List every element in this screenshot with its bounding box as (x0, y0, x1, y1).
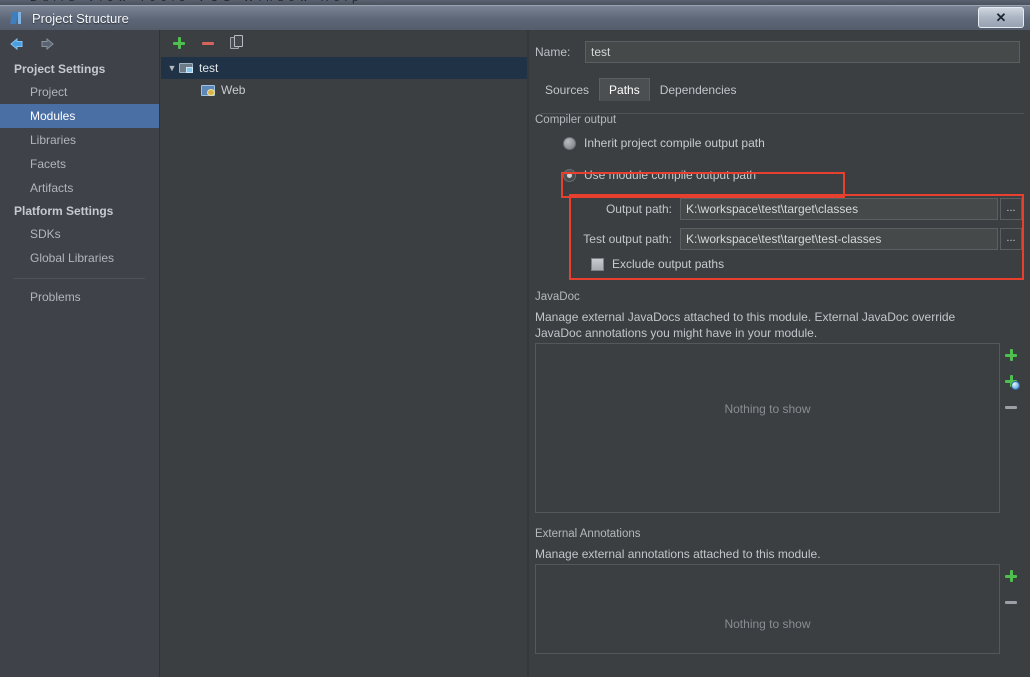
arrow-right-icon[interactable] (38, 36, 56, 52)
module-name-input[interactable] (585, 41, 1020, 63)
module-icon (179, 61, 195, 75)
arrow-left-icon[interactable] (8, 36, 26, 52)
radio-icon (563, 136, 576, 150)
radio-icon-selected (563, 168, 576, 182)
javadoc-buttons (1000, 343, 1022, 513)
minus-icon[interactable] (200, 35, 217, 52)
module-tree-panel: ▼ test Web (161, 30, 527, 677)
external-annotations-buttons (1000, 564, 1022, 654)
module-tabs: Sources Paths Dependencies (535, 78, 1030, 114)
sidebar-item-sdks[interactable]: SDKs (0, 222, 159, 246)
javadoc-title: JavaDoc (535, 291, 586, 303)
tab-dependencies[interactable]: Dependencies (650, 78, 747, 101)
sidebar-item-problems[interactable]: Problems (0, 285, 159, 309)
sidebar-item-project[interactable]: Project (0, 80, 159, 104)
test-output-path-label: Test output path: (583, 232, 672, 246)
sidebar-item-artifacts[interactable]: Artifacts (0, 176, 159, 200)
dialog-title-bar: Project Structure ✕ (0, 5, 1030, 30)
use-module-output-path-label: Use module compile output path (584, 168, 757, 182)
compiler-output-title: Compiler output (535, 114, 623, 126)
tree-node-test[interactable]: ▼ test (161, 57, 527, 79)
output-path-input[interactable] (680, 198, 998, 220)
sidebar-section-platform-settings: Platform Settings (14, 204, 114, 218)
tree-node-web[interactable]: Web (161, 79, 527, 101)
output-path-row: Output path: ... (535, 196, 1022, 222)
exclude-output-paths-label: Exclude output paths (612, 257, 725, 271)
exclude-output-paths-checkbox[interactable]: Exclude output paths (591, 252, 1022, 276)
test-output-path-row: Test output path: ... (535, 226, 1022, 252)
close-icon[interactable]: ✕ (978, 7, 1024, 28)
checkbox-icon (591, 257, 604, 271)
plus-icon[interactable] (171, 35, 188, 52)
sidebar-divider (14, 278, 145, 279)
inherit-output-path-label: Inherit project compile output path (584, 136, 765, 150)
sidebar-item-modules[interactable]: Modules (0, 104, 159, 128)
plus-globe-icon[interactable] (1003, 373, 1020, 390)
minus-icon[interactable] (1003, 399, 1019, 415)
tree-node-label: test (199, 61, 219, 75)
javadoc-description: Manage external JavaDocs attached to thi… (535, 310, 956, 340)
intellij-idea-icon (8, 10, 24, 26)
inherit-output-path-radio[interactable]: Inherit project compile output path (563, 132, 1022, 154)
javadoc-group: JavaDoc Manage external JavaDocs attache… (535, 291, 1022, 513)
sidebar-section-project-settings: Project Settings (14, 62, 106, 76)
compiler-output-group: Compiler output Inherit project compile … (535, 114, 1024, 280)
external-annotations-empty-text: Nothing to show (724, 617, 811, 631)
module-settings-panel: Name: Sources Paths Dependencies Compile… (529, 30, 1030, 677)
copy-icon[interactable] (229, 35, 246, 52)
plus-icon[interactable] (1003, 347, 1019, 363)
test-output-path-browse-button[interactable]: ... (1000, 228, 1022, 250)
module-name-label: Name: (535, 45, 571, 59)
javadoc-empty-text: Nothing to show (724, 402, 811, 416)
sidebar-item-global-libraries[interactable]: Global Libraries (0, 246, 159, 270)
javadoc-list[interactable]: Nothing to show (535, 343, 1000, 513)
sidebar-item-libraries[interactable]: Libraries (0, 128, 159, 152)
output-path-label: Output path: (605, 202, 672, 216)
minus-icon[interactable] (1003, 594, 1019, 610)
plus-icon[interactable] (1003, 568, 1019, 584)
javadoc-list-wrap: Nothing to show (535, 343, 1022, 513)
navigation-buttons (0, 30, 159, 58)
web-facet-icon (201, 83, 217, 97)
settings-sidebar: Project Settings Project Modules Librari… (0, 30, 160, 677)
test-output-path-input[interactable] (680, 228, 998, 250)
tree-node-label: Web (221, 83, 246, 97)
module-name-row: Name: (529, 38, 1030, 66)
sidebar-item-facets[interactable]: Facets (0, 152, 159, 176)
external-annotations-description: Manage external annotations attached to … (535, 547, 821, 561)
use-module-output-path-radio[interactable]: Use module compile output path (563, 164, 1022, 186)
dialog-title: Project Structure (32, 10, 129, 26)
external-annotations-title: External Annotations (535, 528, 647, 540)
external-annotations-list[interactable]: Nothing to show (535, 564, 1000, 654)
output-path-browse-button[interactable]: ... (1000, 198, 1022, 220)
menu-bar-items: Build View Tools VCS Window Help (30, 0, 363, 4)
external-annotations-group: External Annotations Manage external ann… (535, 528, 1022, 654)
external-annotations-list-wrap: Nothing to show (535, 564, 1022, 654)
module-tree-toolbar (161, 30, 527, 57)
chevron-down-icon[interactable]: ▼ (165, 63, 179, 73)
tab-paths[interactable]: Paths (599, 78, 650, 101)
tab-sources[interactable]: Sources (535, 78, 599, 101)
